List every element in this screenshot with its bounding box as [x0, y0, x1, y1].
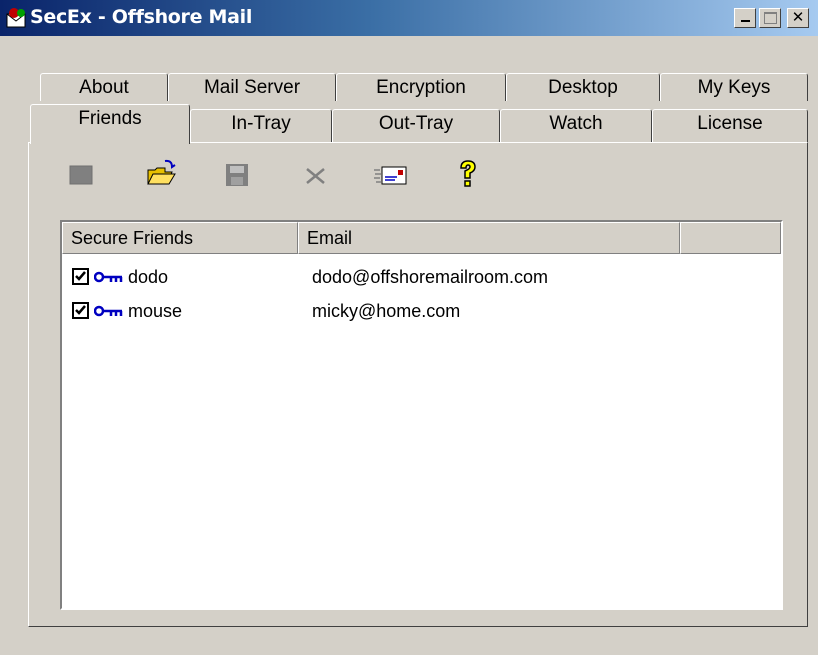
friend-name: dodo [128, 267, 169, 287]
delete-icon [306, 168, 325, 184]
column-header-label: Secure Friends [71, 228, 194, 248]
tab-mail-server[interactable]: Mail Server [168, 73, 336, 101]
email-card-icon [374, 166, 407, 185]
friend-email: dodo@offshoremailroom.com [312, 267, 549, 287]
key-icon [94, 305, 123, 317]
email-card-button[interactable] [374, 158, 407, 190]
tab-encryption[interactable]: Encryption [336, 73, 506, 101]
row-checkbox[interactable] [72, 302, 89, 319]
check-icon [75, 305, 86, 315]
tab-label: Friends [78, 108, 142, 129]
tab-out-tray[interactable]: Out-Tray [332, 109, 500, 143]
key-icon [94, 271, 123, 283]
check-icon [75, 271, 86, 281]
minimize-button[interactable] [734, 8, 756, 28]
open-folder-icon [147, 159, 176, 185]
app-envelope-icon [6, 8, 28, 30]
tab-label: Encryption [376, 77, 466, 98]
row-checkbox[interactable] [72, 268, 89, 285]
tab-label: My Keys [697, 77, 771, 98]
delete-button[interactable] [300, 158, 332, 190]
friends-list[interactable]: Secure Friends Email dodo dodo@offshorem… [60, 220, 783, 610]
tab-label: About [79, 77, 129, 98]
save-button[interactable] [222, 158, 254, 190]
window-title: SecEx - Offshore Mail [30, 6, 253, 28]
tab-my-keys[interactable]: My Keys [660, 73, 808, 101]
friend-email: micky@home.com [312, 301, 461, 321]
tab-license[interactable]: License [652, 109, 808, 143]
column-header-secure-friends[interactable]: Secure Friends [62, 222, 298, 254]
stop-icon [69, 165, 93, 185]
maximize-button[interactable] [759, 8, 781, 28]
tab-friends[interactable]: Friends [30, 104, 190, 144]
title-bar[interactable]: SecEx - Offshore Mail ✕ [0, 0, 818, 36]
save-icon [226, 164, 248, 186]
tab-watch[interactable]: Watch [500, 109, 652, 143]
column-header-email[interactable]: Email [298, 222, 680, 254]
tab-label: In-Tray [231, 113, 291, 134]
minimize-icon [740, 20, 750, 22]
friend-name: mouse [128, 301, 183, 321]
tab-desktop[interactable]: Desktop [506, 73, 660, 101]
close-icon: ✕ [791, 8, 805, 26]
help-icon [460, 160, 476, 187]
tab-label: Watch [549, 113, 603, 134]
column-header-blank[interactable] [680, 222, 781, 254]
tab-label: Mail Server [203, 77, 301, 98]
stop-button[interactable] [66, 158, 98, 190]
app-window: SecEx - Offshore Mail ✕ About Mail Serve… [0, 0, 818, 655]
close-button[interactable]: ✕ [787, 8, 809, 28]
help-button[interactable] [452, 158, 484, 190]
list-item[interactable]: mouse micky@home.com [72, 299, 772, 323]
open-button[interactable] [145, 158, 177, 190]
maximize-icon [763, 12, 777, 24]
tab-in-tray[interactable]: In-Tray [190, 109, 332, 143]
tab-label: License [697, 113, 763, 134]
tab-about[interactable]: About [40, 73, 168, 101]
column-header-label: Email [307, 228, 353, 248]
tab-label: Out-Tray [378, 113, 454, 134]
list-item[interactable]: dodo dodo@offshoremailroom.com [72, 265, 772, 289]
tab-label: Desktop [548, 77, 618, 98]
